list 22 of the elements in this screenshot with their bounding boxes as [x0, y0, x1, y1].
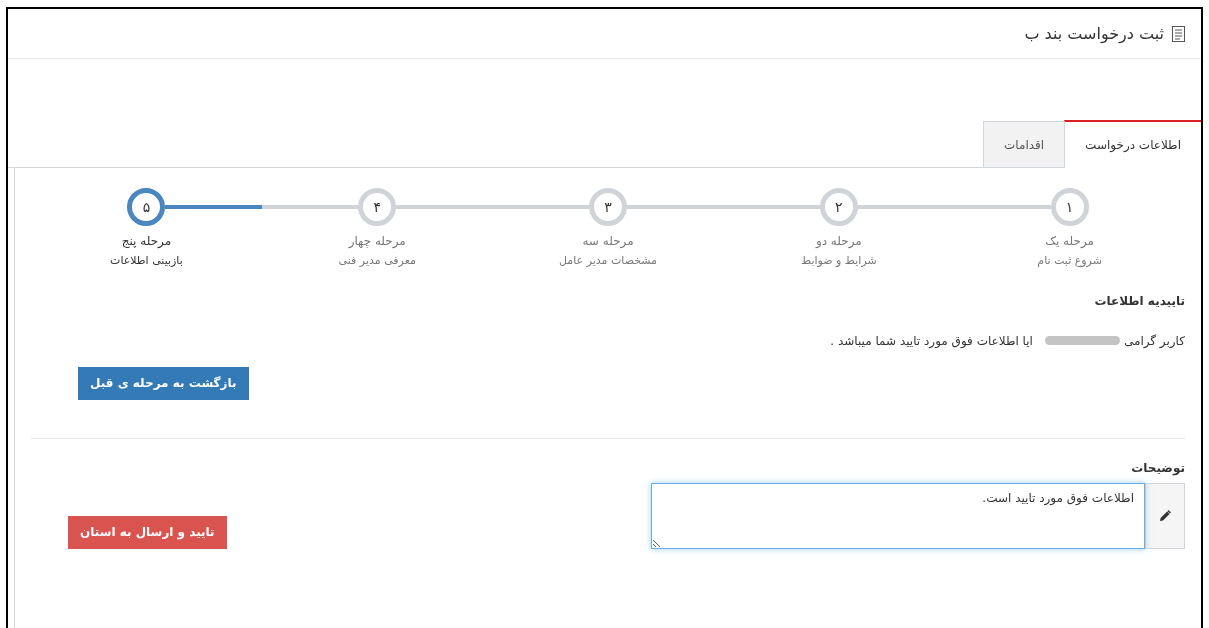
step-title: مرحله دو [815, 233, 862, 250]
question-text: ایا اطلاعات فوق مورد تایید شما میباشد . [830, 332, 1033, 350]
step-title: مرحله سه [582, 233, 634, 250]
step-subtitle: شروع ثبت نام [1037, 253, 1102, 269]
step-title: مرحله یک [1045, 233, 1094, 250]
greeting-text: کاربر گرامی [1123, 332, 1185, 350]
section-heading: تاییدیه اطلاعات [1094, 292, 1185, 310]
tab[interactable]: اطلاعات درخواست [1064, 120, 1201, 168]
step-subtitle: بازبینی اطلاعات [110, 253, 183, 269]
notes-field[interactable]: اطلاعات فوق مورد تایید است. [651, 482, 1145, 549]
step-title: مرحله چهار [348, 233, 406, 250]
page-title: ثبت درخواست بند ب [1024, 22, 1164, 45]
submit-button[interactable]: تایید و ارسال به استان [68, 515, 227, 549]
field-label: توضیحات [1131, 459, 1185, 477]
back-button[interactable]: بازگشت به مرحله ی قبل [78, 366, 249, 400]
pencil-icon [1159, 509, 1171, 522]
step-subtitle: مشخصات مدیر عامل [559, 253, 657, 269]
step-subtitle: معرفی مدیر فنی [338, 253, 416, 269]
step-title: مرحله پنج [121, 233, 172, 250]
step-subtitle: شرایط و ضوابط [800, 253, 877, 269]
tab[interactable]: اقدامات [983, 121, 1065, 167]
document-icon [1172, 25, 1185, 42]
